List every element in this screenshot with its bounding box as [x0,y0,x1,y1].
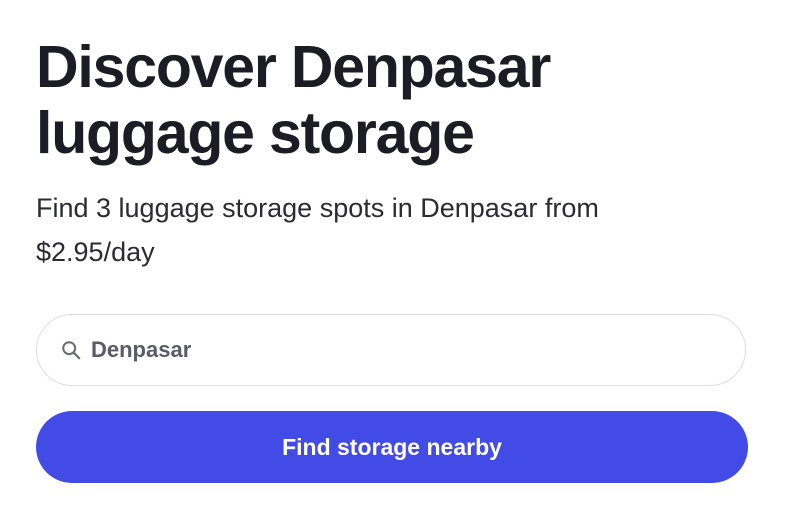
search-input[interactable] [91,330,691,370]
page-title: Discover Denpasar luggage storage [36,34,551,166]
hero: Discover Denpasar luggage storage Find 3… [36,34,748,274]
search-icon [59,338,83,362]
search-bar[interactable] [36,314,746,386]
page-subtitle: Find 3 luggage storage spots in Denpasar… [36,193,599,267]
find-storage-button[interactable]: Find storage nearby [36,411,748,483]
